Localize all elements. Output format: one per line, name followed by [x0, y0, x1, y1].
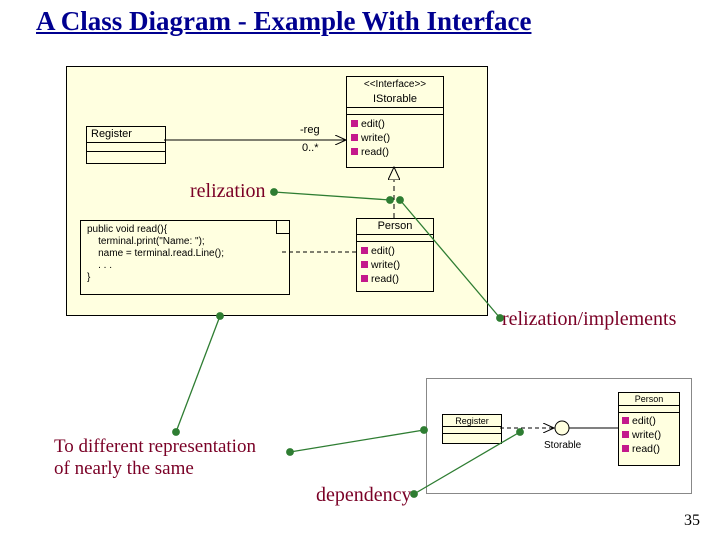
istorable-op: edit(): [361, 118, 385, 130]
mini-person-op: edit(): [632, 415, 656, 427]
label-diff-repr-l1: To different representation: [54, 436, 256, 457]
note-dogear-icon: [277, 220, 290, 233]
label-dependency: dependency: [316, 484, 412, 507]
mini-person-op: write(): [632, 429, 661, 441]
label-relization-implements: relization/implements: [502, 308, 676, 331]
person-name: Person: [357, 219, 433, 234]
assoc-multiplicity: 0..*: [302, 142, 319, 154]
mini-register-name: Register: [443, 415, 501, 426]
mini-person: Person edit() write() read(): [618, 392, 680, 466]
pointer-diffrepr-main: [176, 316, 220, 432]
istorable-stereotype: <<Interface>>: [347, 77, 443, 92]
register-name: Register: [87, 127, 165, 142]
istorable-op: read(): [361, 146, 389, 158]
bullet-icon: [361, 261, 368, 268]
uml-note-code: public void read(){ terminal.print("Name…: [80, 220, 290, 295]
assoc-role: -reg: [300, 124, 320, 136]
person-op: edit(): [371, 245, 395, 257]
uml-class-person: Person edit() write() read(): [356, 218, 434, 292]
pointer-diffrepr-mini: [290, 430, 424, 452]
page-title: A Class Diagram - Example With Interface: [36, 6, 531, 37]
bullet-icon: [351, 148, 358, 155]
label-diff-repr-l2: of nearly the same: [54, 458, 194, 479]
bullet-icon: [361, 247, 368, 254]
uml-class-register: Register: [86, 126, 166, 164]
mini-storable-label: Storable: [544, 440, 581, 451]
bullet-icon: [622, 431, 629, 438]
bullet-icon: [361, 275, 368, 282]
bullet-icon: [622, 445, 629, 452]
uml-interface-istorable: <<Interface>> IStorable edit() write() r…: [346, 76, 444, 168]
page-number: 35: [684, 512, 700, 530]
istorable-name: IStorable: [347, 92, 443, 107]
person-op: write(): [371, 259, 400, 271]
note-code-text: public void read(){ terminal.print("Name…: [87, 224, 224, 283]
mini-register: Register: [442, 414, 502, 444]
label-relization-top: relization: [190, 180, 266, 203]
label-diff-repr: To different representation of nearly th…: [54, 436, 256, 480]
bullet-icon: [351, 120, 358, 127]
bullet-icon: [622, 417, 629, 424]
bullet-icon: [351, 134, 358, 141]
mini-person-name: Person: [619, 393, 679, 405]
mini-person-op: read(): [632, 443, 660, 455]
istorable-op: write(): [361, 132, 390, 144]
person-op: read(): [371, 273, 399, 285]
